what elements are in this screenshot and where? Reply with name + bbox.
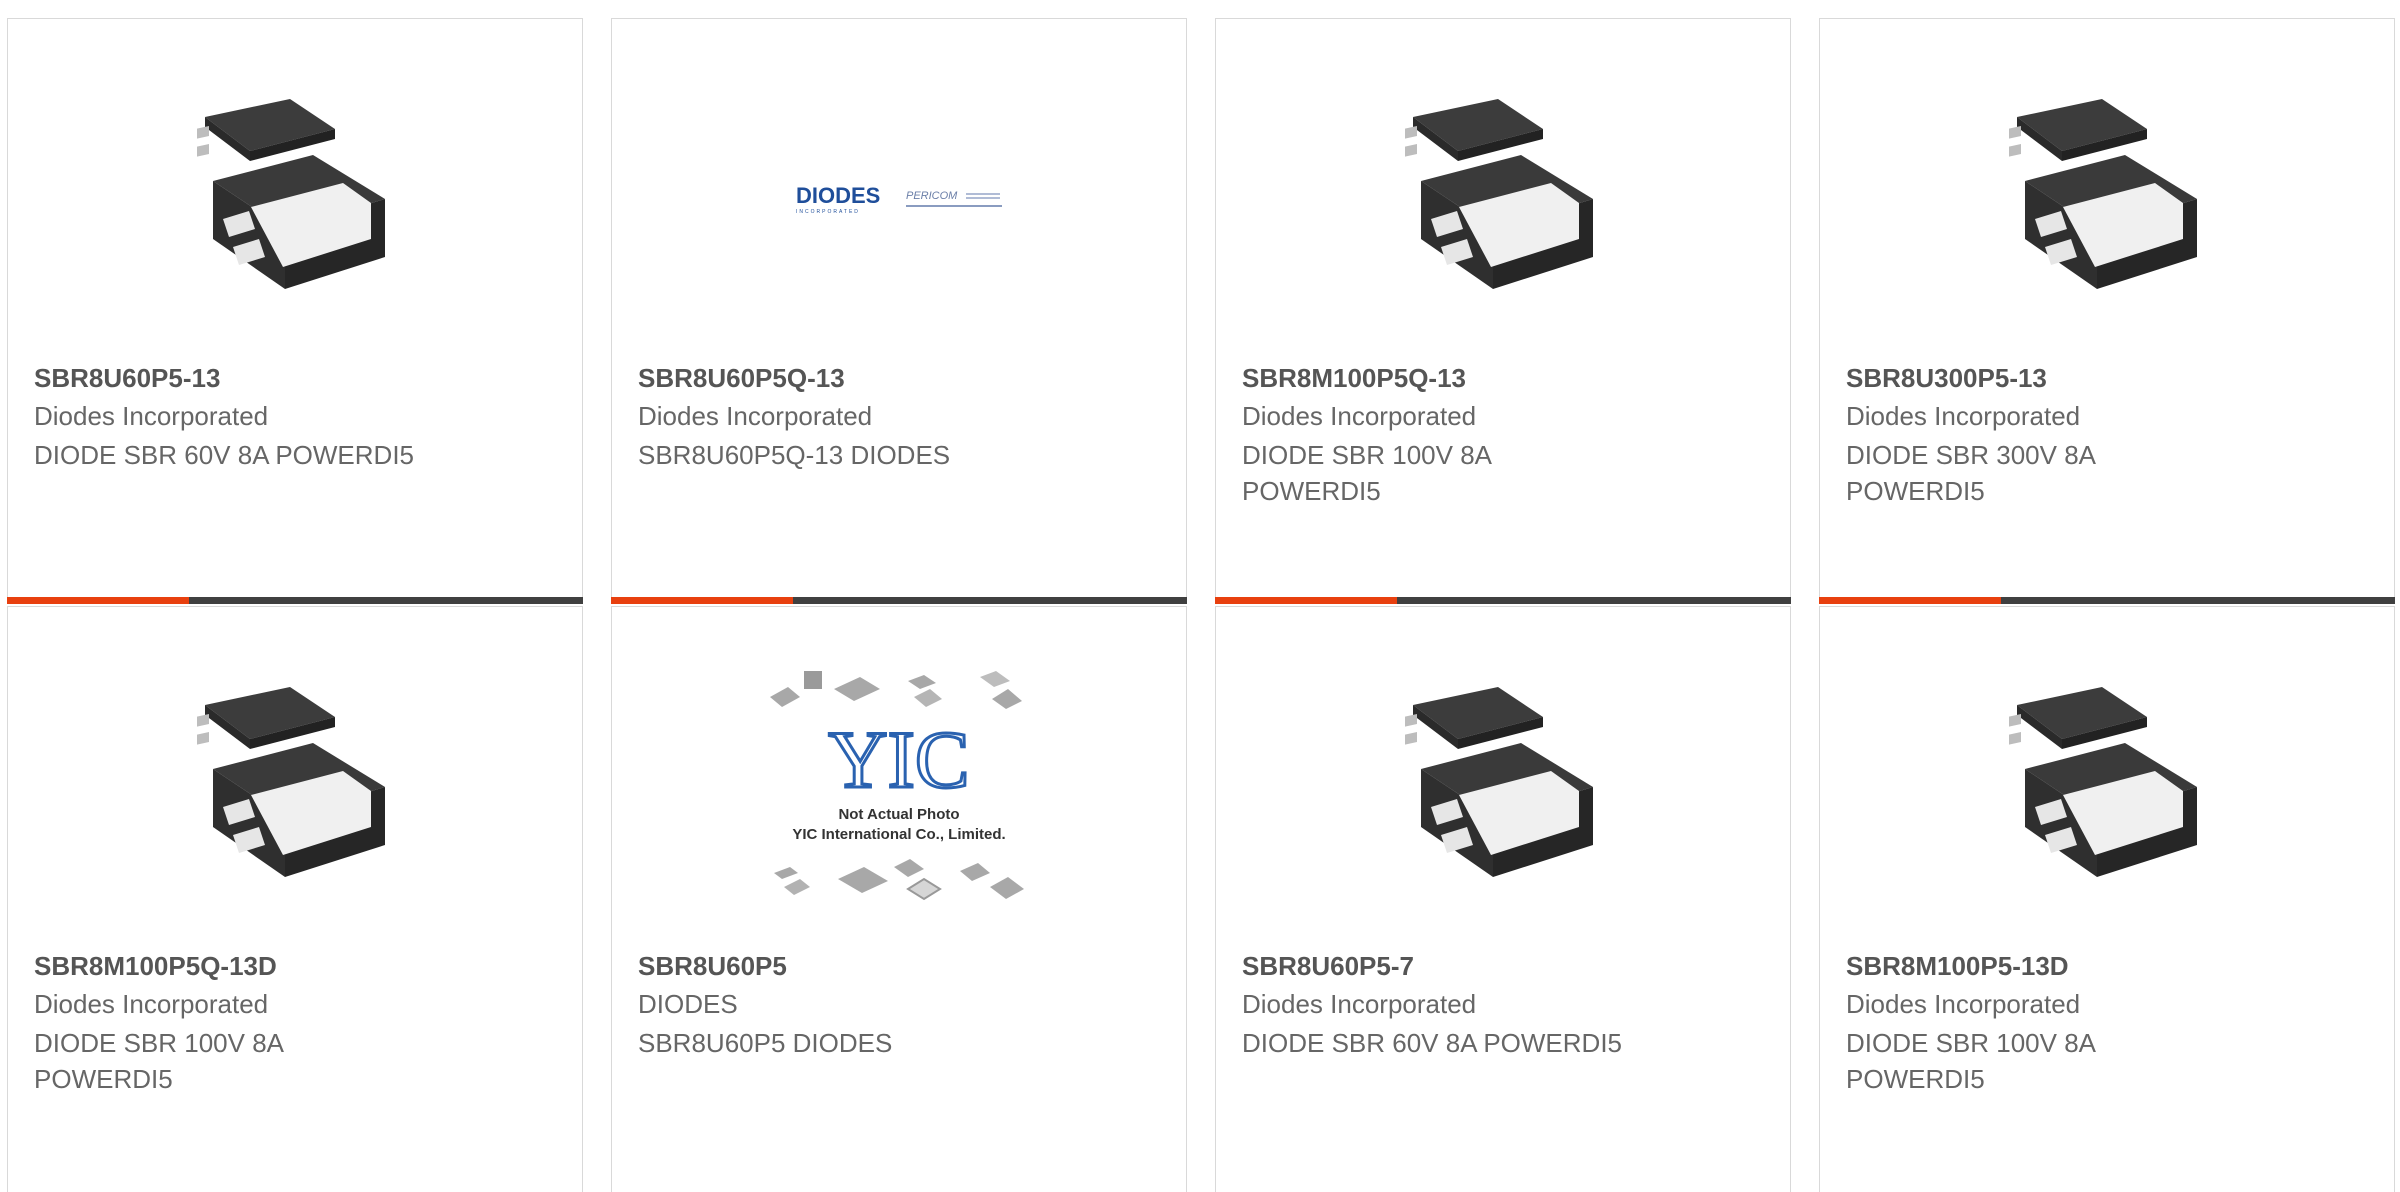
description: DIODE SBR 100V 8A POWERDI5 [34,1028,283,1094]
accent-bar [1819,597,2001,604]
product-image[interactable] [8,677,582,897]
card-bottom-bar [1215,597,1791,604]
manufacturer: Diodes Incorporated [638,401,873,431]
svg-text:Not Actual Photo: Not Actual Photo [838,806,959,823]
product-image[interactable] [1820,99,2394,299]
part-number-link[interactable]: SBR8U60P5-7 [1242,951,1414,982]
diodes-pericom-logo: DIODES INCORPORATED PERICOM [796,183,1002,215]
svg-text:YIC: YIC [828,714,969,805]
part-number-link[interactable]: SBR8U60P5 [638,951,787,982]
product-card[interactable]: SBR8M100P5Q-13D Diodes Incorporated DIOD… [7,606,583,1192]
powerdi5-package-icon [2009,99,2197,289]
description: SBR8U60P5Q-13 DIODES [638,440,951,470]
description: DIODE SBR 100V 8A POWERDI5 [1846,1028,2095,1094]
powerdi5-package-icon [197,99,385,289]
card-bottom-bar [1819,597,2395,604]
part-number-link[interactable]: SBR8M100P5Q-13D [34,951,277,982]
part-number-link[interactable]: SBR8U300P5-13 [1846,363,2047,394]
card-bottom-bar [611,597,1187,604]
manufacturer: Diodes Incorporated [1242,401,1477,431]
product-image[interactable] [8,99,582,299]
product-card[interactable]: DIODES INCORPORATED PERICOM SBR8U60P5Q-1… [611,18,1187,604]
description: DIODE SBR 60V 8A POWERDI5 [34,440,415,470]
manufacturer: DIODES [638,989,738,1019]
product-image[interactable]: DIODES INCORPORATED PERICOM [612,99,1186,299]
powerdi5-package-icon [1405,687,1593,877]
part-number-link[interactable]: SBR8U60P5-13 [34,363,220,394]
powerdi5-package-icon [1405,99,1593,289]
manufacturer: Diodes Incorporated [1846,401,2081,431]
product-image[interactable]: YIC Not Actual Photo YIC International C… [612,671,1186,901]
accent-bar [1215,597,1397,604]
manufacturer: Diodes Incorporated [1846,989,2081,1019]
svg-text:YIC International Co., Limited: YIC International Co., Limited. [792,826,1005,843]
product-card[interactable]: SBR8U60P5-13 Diodes Incorporated DIODE S… [7,18,583,604]
part-number-link[interactable]: SBR8M100P5-13D [1846,951,2069,982]
product-image[interactable] [1820,677,2394,897]
product-card[interactable]: YIC Not Actual Photo YIC International C… [611,606,1187,1192]
description: SBR8U60P5 DIODES [638,1028,893,1058]
product-card[interactable]: SBR8M100P5-13D Diodes Incorporated DIODE… [1819,606,2395,1192]
accent-bar [611,597,793,604]
powerdi5-package-icon [2009,687,2197,877]
product-card[interactable]: SBR8U300P5-13 Diodes Incorporated DIODE … [1819,18,2395,604]
part-number-link[interactable]: SBR8U60P5Q-13 [638,363,845,394]
svg-text:INCORPORATED: INCORPORATED [796,209,860,215]
svg-text:PERICOM: PERICOM [906,190,958,202]
description: DIODE SBR 300V 8A POWERDI5 [1846,440,2095,506]
part-number-link[interactable]: SBR8M100P5Q-13 [1242,363,1466,394]
product-image[interactable] [1216,99,1790,299]
accent-bar [7,597,189,604]
description: DIODE SBR 100V 8A POWERDI5 [1242,440,1491,506]
manufacturer: Diodes Incorporated [1242,989,1477,1019]
not-actual-photo-placeholder: YIC Not Actual Photo YIC International C… [770,671,1024,901]
powerdi5-package-icon [197,687,385,877]
product-card[interactable]: SBR8M100P5Q-13 Diodes Incorporated DIODE… [1215,18,1791,604]
description: DIODE SBR 60V 8A POWERDI5 [1242,1028,1623,1058]
manufacturer: Diodes Incorporated [34,401,269,431]
product-card[interactable]: SBR8U60P5-7 Diodes Incorporated DIODE SB… [1215,606,1791,1192]
manufacturer: Diodes Incorporated [34,989,269,1019]
svg-text:DIODES: DIODES [796,183,880,208]
product-image[interactable] [1216,677,1790,897]
card-bottom-bar [7,597,583,604]
